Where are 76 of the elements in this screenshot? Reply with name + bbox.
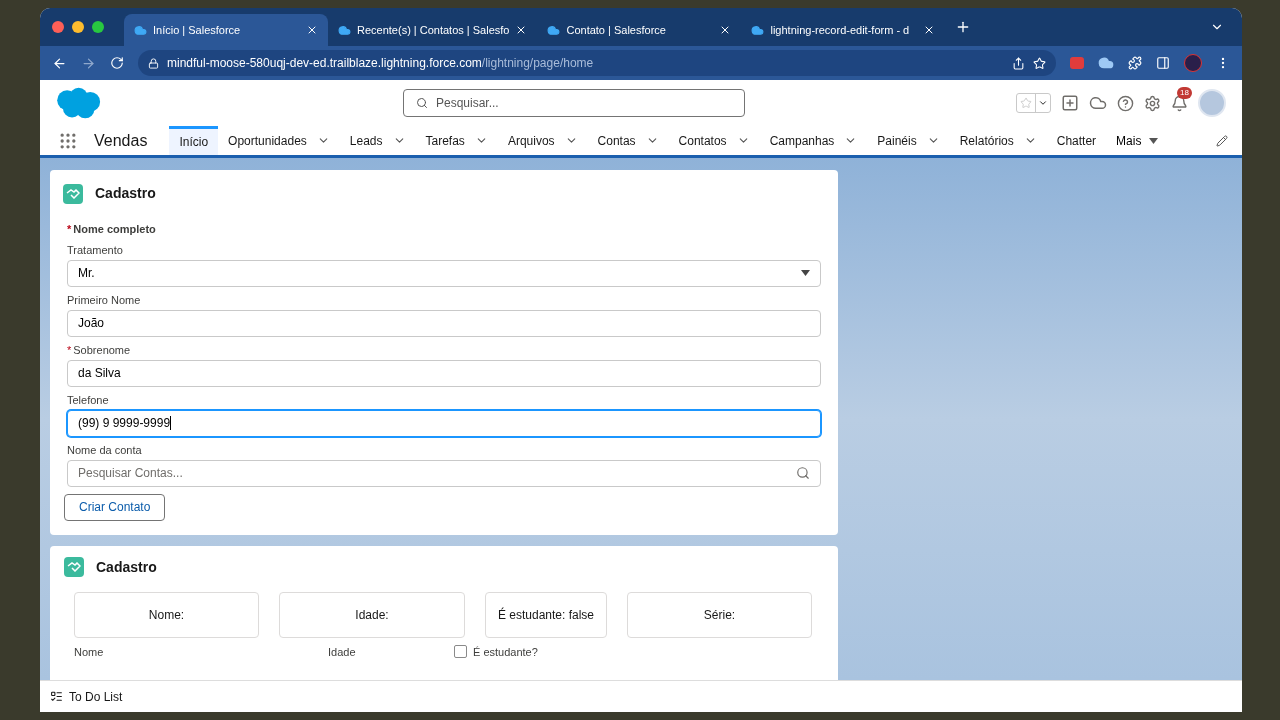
notifications-icon[interactable] bbox=[1171, 94, 1188, 112]
card-title: Cadastro bbox=[95, 184, 156, 203]
share-icon[interactable] bbox=[1012, 56, 1025, 70]
nav-tab[interactable]: Tarefas bbox=[415, 126, 498, 155]
cloud-icon[interactable] bbox=[1089, 94, 1107, 112]
browser-tab[interactable]: Início | Salesforce bbox=[124, 14, 328, 46]
help-icon[interactable] bbox=[1117, 94, 1134, 112]
nav-tab[interactable]: Campanhas bbox=[759, 126, 868, 155]
minimize-window-icon[interactable] bbox=[72, 21, 84, 33]
output-box: Idade: bbox=[279, 591, 465, 638]
nav-tab[interactable]: Contatos bbox=[668, 126, 760, 155]
nav-tab[interactable]: Painéis bbox=[867, 126, 950, 155]
more-menu[interactable]: Mais bbox=[1106, 126, 1169, 155]
back-icon[interactable] bbox=[52, 55, 67, 71]
search-field[interactable]: Pesquisar... bbox=[403, 89, 745, 117]
field-label: Idade bbox=[328, 644, 357, 660]
output-box: Série: bbox=[627, 591, 812, 638]
nav-tab[interactable]: Relatórios bbox=[949, 126, 1047, 155]
close-icon[interactable] bbox=[306, 24, 318, 36]
field-label: Tratamento bbox=[67, 244, 123, 256]
checkbox[interactable] bbox=[454, 645, 467, 659]
app-name: Vendas bbox=[94, 130, 148, 151]
to-do-list-button[interactable]: To Do List bbox=[50, 687, 123, 706]
create-contact-button[interactable]: Criar Contato bbox=[64, 493, 166, 521]
cloud-icon bbox=[751, 23, 765, 37]
checkbox-label: É estudante? bbox=[473, 644, 538, 660]
field-label: Nome da conta bbox=[67, 444, 142, 456]
extensions-icon[interactable] bbox=[1128, 56, 1142, 70]
salutation-select[interactable]: Mr. bbox=[67, 259, 821, 287]
cloud-icon bbox=[547, 23, 561, 37]
input-field[interactable]: João bbox=[67, 309, 821, 337]
nav-tab[interactable]: Chatter bbox=[1046, 126, 1107, 155]
nav-tab[interactable]: Leads bbox=[339, 126, 416, 155]
field-label: Sobrenome bbox=[73, 344, 131, 356]
field-label: Telefone bbox=[67, 394, 109, 406]
bookmark-icon[interactable] bbox=[1033, 56, 1046, 70]
star-icon bbox=[1020, 97, 1032, 109]
nav-tab[interactable]: Arquivos bbox=[497, 126, 588, 155]
side-panel-icon[interactable] bbox=[1156, 56, 1170, 70]
caret-icon bbox=[801, 270, 810, 276]
maximize-window-icon[interactable] bbox=[92, 21, 104, 33]
address-bar[interactable]: mindful-moose-580uqj-dev-ed.trailblaze.lightning.force.com/lightning/page/home bbox=[138, 50, 1056, 76]
cloud-icon bbox=[134, 23, 147, 37]
close-window-icon[interactable] bbox=[52, 21, 64, 33]
lock-icon bbox=[148, 57, 159, 69]
required-mark: * bbox=[67, 222, 72, 237]
nav-tab[interactable]: Oportunidades bbox=[218, 126, 340, 155]
settings-icon[interactable] bbox=[1144, 94, 1161, 112]
caret-icon bbox=[1149, 137, 1159, 144]
field-label: Nome bbox=[74, 644, 105, 660]
required-mark: * bbox=[67, 344, 72, 356]
profile-avatar-icon[interactable] bbox=[1184, 54, 1202, 72]
lookup-field[interactable]: Pesquisar Contas... bbox=[67, 459, 821, 487]
chevron-down-icon bbox=[1038, 98, 1048, 108]
browser-tab[interactable]: Contato | Salesforce bbox=[537, 14, 742, 46]
output-box: Nome: bbox=[74, 591, 259, 638]
search-icon bbox=[796, 466, 810, 480]
input-field[interactable]: da Silva bbox=[67, 359, 821, 387]
field-label: Primeiro Nome bbox=[67, 294, 141, 306]
nav-tab[interactable]: Contas bbox=[587, 126, 669, 155]
browser-tab[interactable]: lightning-record-edit-form - d bbox=[741, 14, 946, 46]
reload-icon[interactable] bbox=[110, 56, 124, 70]
input-field[interactable]: (99) 9 9999-9999 bbox=[67, 409, 821, 437]
checklist-icon bbox=[50, 690, 63, 703]
browser-tab[interactable]: Recente(s) | Contatos | Salesfo bbox=[328, 14, 538, 46]
card-title: Cadastro bbox=[96, 557, 157, 577]
notification-count: 18 bbox=[1177, 86, 1192, 99]
cloud-extension-icon[interactable] bbox=[1098, 55, 1114, 71]
nav-tab[interactable]: Início bbox=[169, 126, 219, 155]
cloud-icon bbox=[338, 23, 351, 37]
forward-icon[interactable] bbox=[81, 55, 96, 71]
search-icon bbox=[416, 97, 428, 109]
output-box: É estudante: false bbox=[485, 591, 607, 638]
add-icon[interactable] bbox=[1061, 94, 1079, 112]
edit-icon[interactable] bbox=[1216, 134, 1228, 147]
group-label: Nome completo bbox=[73, 222, 156, 237]
